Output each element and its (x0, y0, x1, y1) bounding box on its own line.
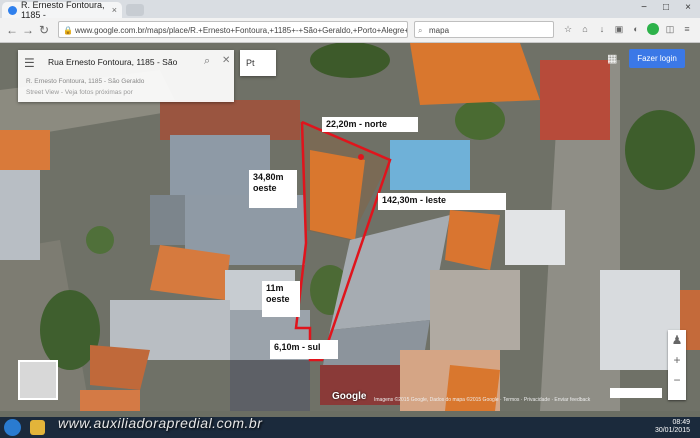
browser-search-value: mapa (429, 26, 450, 35)
west-lower-direction: oeste (266, 294, 290, 304)
east-measure-label: 142,30m - leste (378, 193, 506, 210)
download-icon[interactable]: ↓ (596, 23, 608, 35)
satellite-map[interactable]: ☰ Rua Ernesto Fontoura, 1185 - São ⌕ ✕ R… (0, 43, 700, 411)
maps-search-input[interactable]: Rua Ernesto Fontoura, 1185 - São (48, 57, 177, 67)
pegman-icon[interactable]: ♟ (668, 330, 686, 350)
place-address: R. Ernesto Fontoura, 1185 - São Geraldo (26, 78, 145, 85)
signin-button[interactable]: Fazer login (629, 49, 685, 68)
puzzle-icon[interactable]: ◫ (664, 23, 676, 35)
lock-extension-icon[interactable]: ▣ (613, 23, 625, 35)
forward-icon[interactable]: → (20, 22, 36, 38)
browser-search-input[interactable]: ⌕ mapa (414, 21, 554, 38)
explorer-icon[interactable] (30, 420, 45, 435)
tab-title: R. Ernesto Fontoura, 1185 - (21, 0, 105, 20)
clock-time: 08:49 (672, 419, 690, 426)
zoom-out-button[interactable]: − (668, 370, 686, 390)
earth-view-thumbnail[interactable] (18, 360, 58, 400)
maps-search-icon[interactable]: ⌕ (204, 55, 210, 68)
tab-close-icon[interactable]: × (112, 5, 117, 15)
star-icon[interactable]: ☆ (562, 23, 574, 35)
home-icon[interactable]: ⌂ (579, 23, 591, 35)
west-upper-direction: oeste (253, 183, 277, 193)
reload-icon[interactable]: ↻ (36, 22, 52, 38)
scale-bar (610, 388, 662, 398)
pocket-icon[interactable]: ◐ (630, 23, 642, 35)
lock-icon: 🔒 (63, 26, 73, 35)
watermark-text: www.auxiliadorapredial.com.br (58, 415, 263, 431)
window-controls: − □ × (636, 2, 696, 13)
extension-icon[interactable] (647, 23, 659, 35)
map-attribution: Imagens ©2015 Google, Dados do mapa ©201… (374, 397, 591, 403)
west-upper-measure: 34,80m (253, 172, 284, 182)
browser-tab[interactable]: R. Ernesto Fontoura, 1185 - × (2, 0, 122, 20)
back-icon[interactable]: ← (4, 22, 20, 38)
west-lower-measure: 11m (266, 283, 284, 293)
maps-search-panel: ☰ Rua Ernesto Fontoura, 1185 - São ⌕ ✕ R… (18, 50, 234, 102)
menu-icon[interactable]: ≡ (681, 23, 693, 35)
place-streetview-hint[interactable]: Street View - Veja fotos próximas por (26, 89, 133, 96)
west-upper-measure-label: 34,80m oeste (249, 170, 297, 208)
new-tab-button[interactable] (126, 4, 144, 16)
maps-close-icon[interactable]: ✕ (222, 55, 230, 66)
maps-favicon-icon (8, 5, 17, 15)
zoom-controls: ♟ + − (668, 330, 686, 400)
taskbar-apps (30, 420, 45, 435)
clock-date: 30/01/2015 (654, 427, 690, 434)
west-lower-measure-label: 11m oeste (262, 281, 300, 317)
start-button[interactable] (4, 419, 21, 436)
minimize-button[interactable]: − (636, 2, 652, 13)
apps-grid-icon[interactable]: ▦ (607, 52, 617, 65)
address-bar[interactable]: 🔒 www.google.com.br/maps/place/R.+Ernest… (58, 21, 408, 38)
google-logo: Google (332, 391, 367, 402)
search-icon: ⌕ (418, 26, 423, 35)
toolbar-extensions: ☆ ⌂ ↓ ▣ ◐ ◫ ≡ (562, 23, 693, 35)
browser-toolbar: ← → ↻ 🔒 www.google.com.br/maps/place/R.+… (0, 18, 700, 43)
north-measure-label: 22,20m - norte (322, 117, 418, 132)
browser-tabstrip: R. Ernesto Fontoura, 1185 - × − □ × (0, 0, 700, 20)
layer-selector[interactable]: Pt (240, 50, 276, 76)
hamburger-menu-icon[interactable]: ☰ (24, 56, 35, 70)
close-window-button[interactable]: × (680, 2, 696, 13)
address-bar-url: www.google.com.br/maps/place/R.+Ernesto+… (75, 26, 407, 35)
south-measure-label: 6,10m - sul (270, 340, 338, 359)
zoom-in-button[interactable]: + (668, 350, 686, 370)
system-clock[interactable]: 08:49 30/01/2015 (655, 419, 690, 435)
maximize-button[interactable]: □ (658, 2, 674, 13)
